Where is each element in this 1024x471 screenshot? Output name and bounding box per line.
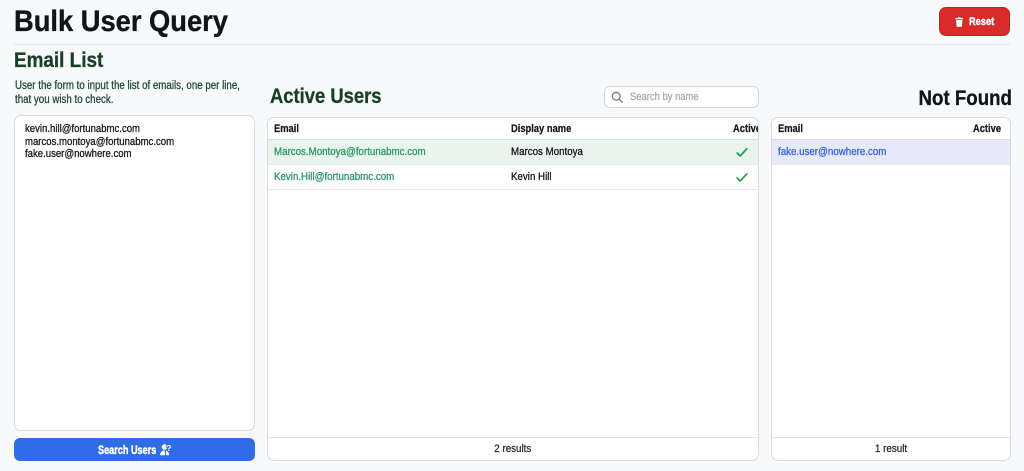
svg-text:?: ? [166,444,171,453]
